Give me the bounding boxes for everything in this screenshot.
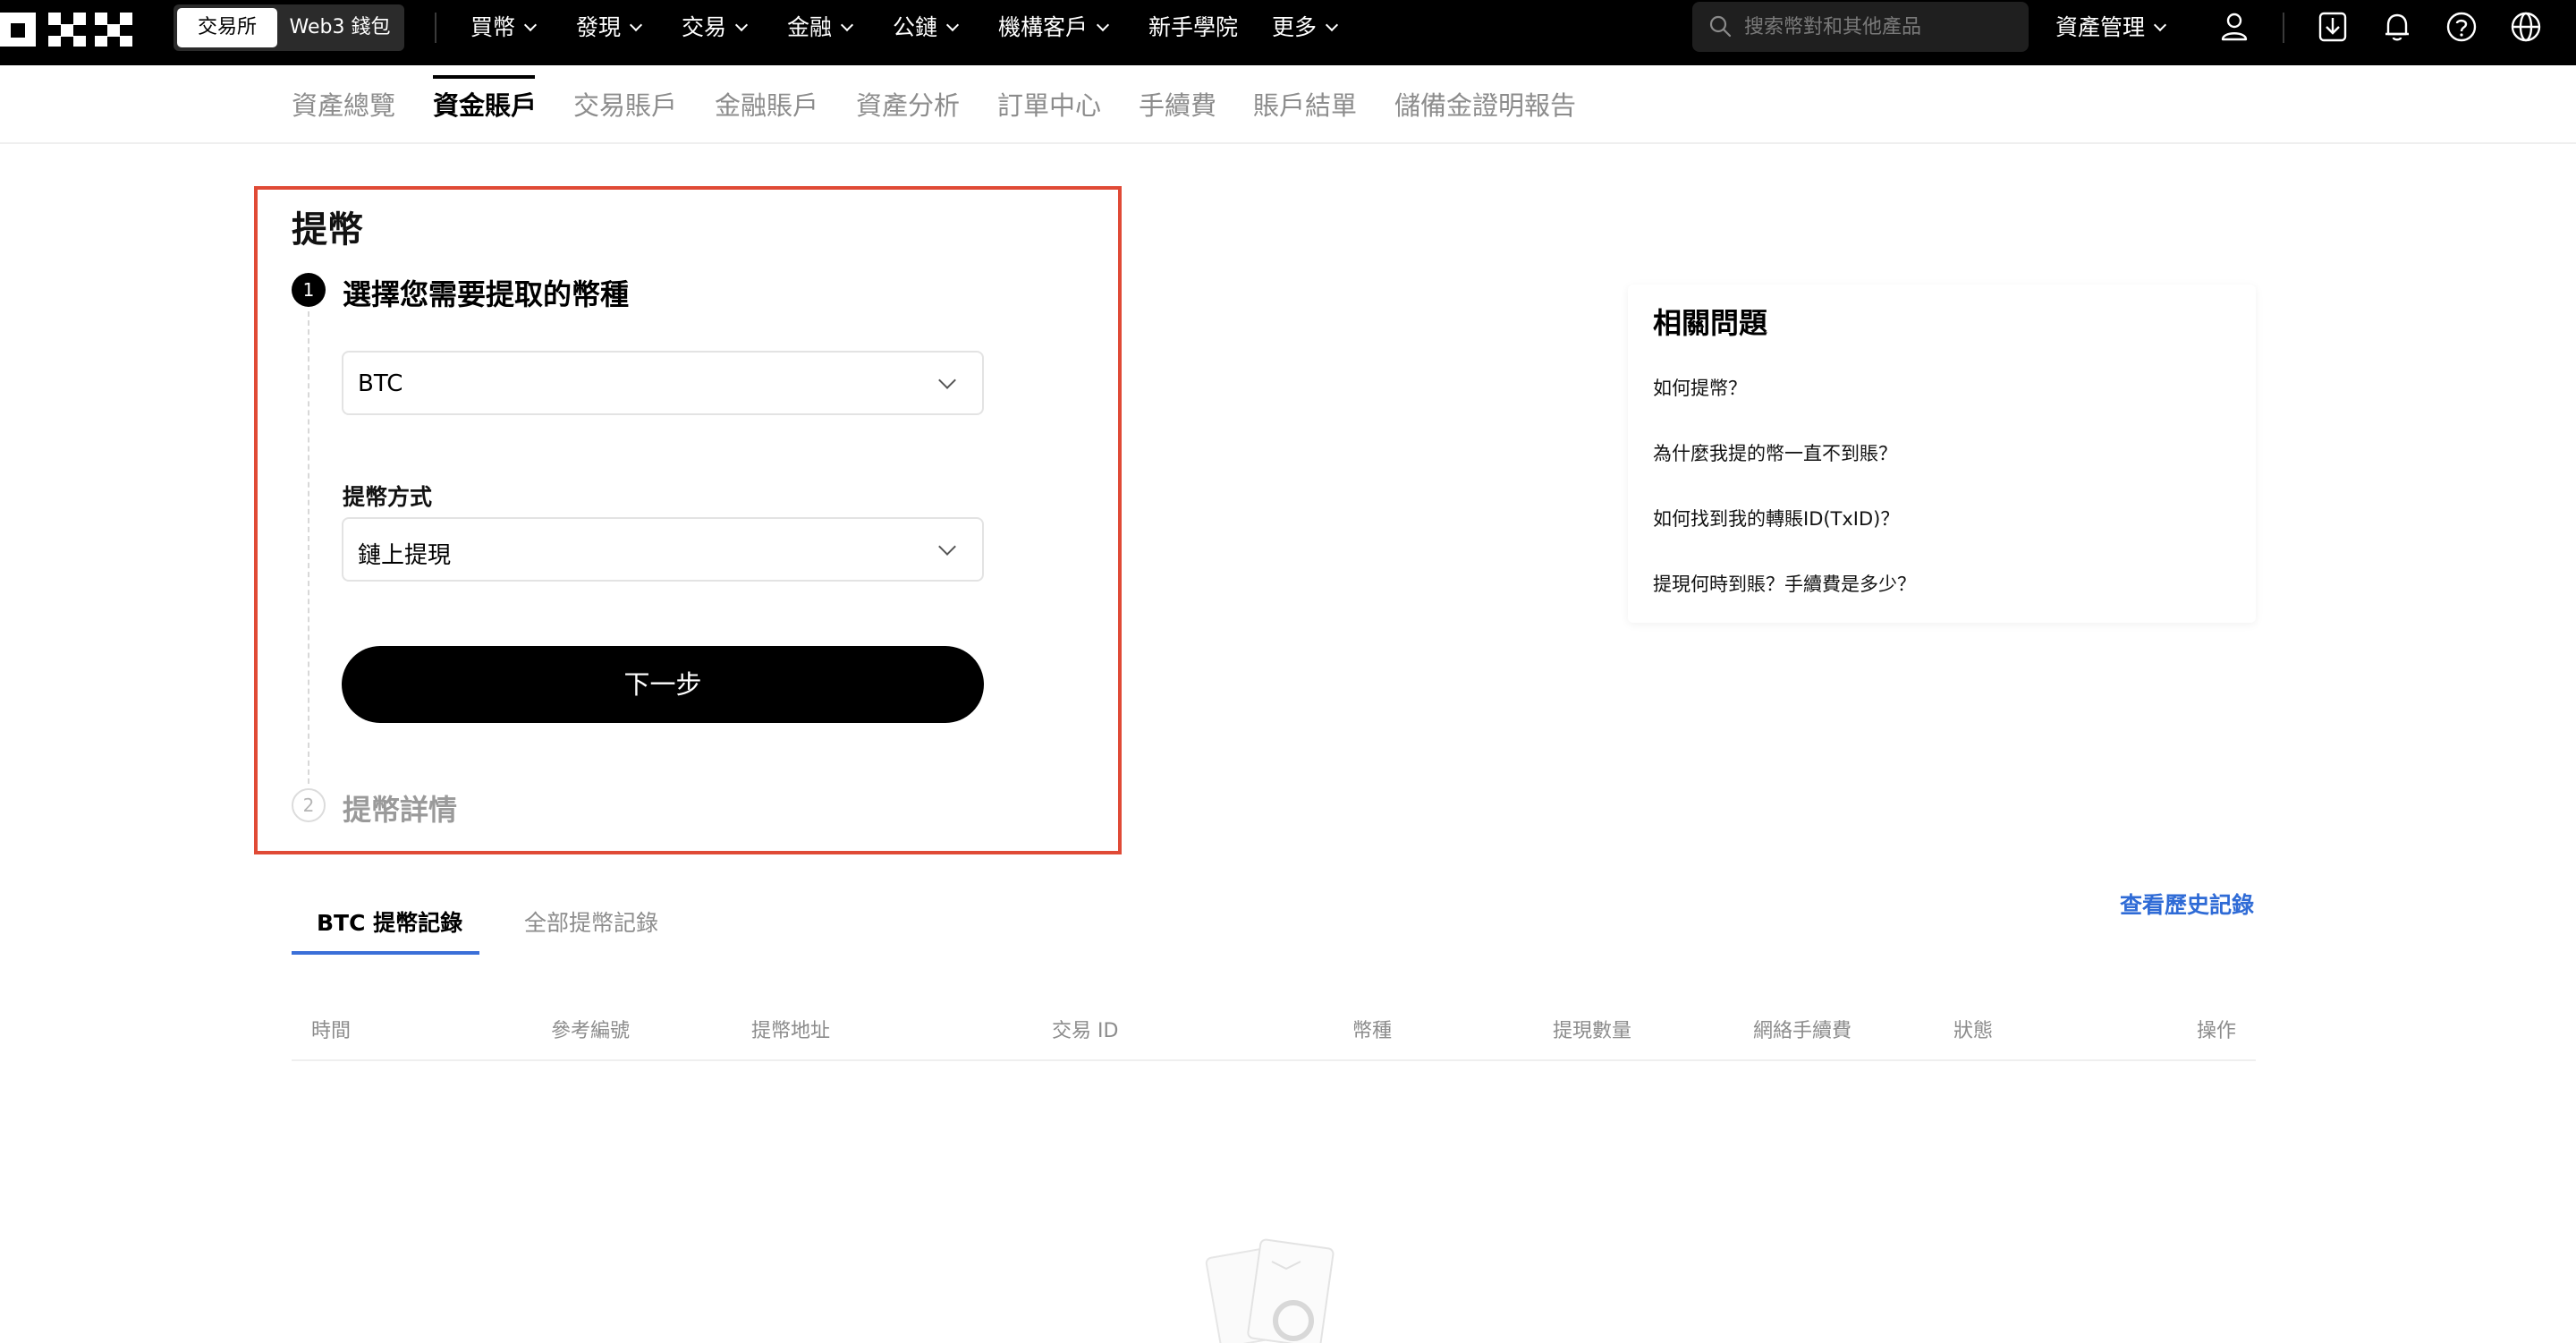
nav-item-label: 機構客戶 — [998, 14, 1089, 40]
chevron-down-icon — [1096, 18, 1110, 32]
user-icon[interactable] — [2215, 7, 2254, 47]
table-header-address: 提幣地址 — [751, 1020, 831, 1042]
chevron-down-icon — [523, 18, 538, 32]
tab-order-center[interactable]: 訂單中心 — [997, 85, 1101, 123]
nav-item-buy-crypto[interactable]: 買幣 — [470, 0, 538, 55]
table-header-reference: 參考編號 — [551, 1020, 631, 1042]
next-step-button[interactable]: 下一步 — [342, 646, 984, 723]
nav-item-label: 新手學院 — [1148, 14, 1239, 40]
empty-state-illustration — [1200, 1235, 1343, 1343]
search-icon — [1709, 15, 1732, 38]
chevron-down-icon — [945, 18, 960, 32]
tab-statements[interactable]: 賬戶結單 — [1253, 85, 1357, 123]
okx-logo[interactable] — [0, 5, 132, 48]
table-header-status: 狀態 — [1953, 1020, 1994, 1042]
bell-icon[interactable] — [2377, 7, 2417, 47]
nav-item-label: 更多 — [1272, 14, 1318, 40]
nav-item-label: 金融 — [787, 14, 833, 40]
asset-management-menu[interactable]: 資產管理 — [2055, 0, 2167, 55]
withdraw-method-label: 提幣方式 — [343, 484, 433, 510]
nav-item-label: 公鏈 — [893, 14, 938, 40]
faq-link[interactable]: 如何提幣？ — [1653, 374, 1747, 401]
nav-divider — [435, 13, 436, 43]
search-input[interactable] — [1744, 2, 2012, 52]
help-icon[interactable] — [2442, 7, 2481, 47]
step-2-badge: 2 — [292, 788, 326, 822]
step-2-title: 提幣詳情 — [343, 793, 458, 827]
tab-proof-of-reserves[interactable]: 儲備金證明報告 — [1394, 85, 1576, 123]
tab-trading-account[interactable]: 交易賬戶 — [573, 85, 677, 123]
tab-asset-overview[interactable]: 資產總覽 — [292, 85, 395, 123]
page-title: 提幣 — [292, 209, 363, 251]
step-1-title: 選擇您需要提取的幣種 — [343, 277, 630, 311]
table-header-action: 操作 — [2197, 1020, 2237, 1042]
nav-item-learn[interactable]: 新手學院 — [1148, 0, 1238, 55]
chevron-down-icon — [938, 538, 956, 556]
tab-all-withdraw-records[interactable]: 全部提幣記錄 — [524, 905, 658, 938]
coin-select[interactable]: BTC — [342, 351, 984, 415]
chevron-down-icon — [840, 18, 854, 32]
account-subnav: 資產總覽 資金賬戶 交易賬戶 金融賬戶 資產分析 訂單中心 手續費 賬戶結單 儲… — [0, 65, 2576, 144]
table-header-amount: 提現數量 — [1553, 1020, 1632, 1042]
coin-select-value: BTC — [358, 370, 403, 397]
active-tab-indicator — [433, 75, 535, 79]
exchange-wallet-switch: 交易所 Web3 錢包 — [174, 4, 404, 51]
chevron-down-icon — [629, 18, 643, 32]
nav-item-label: 交易 — [682, 14, 727, 40]
table-header-divider — [292, 1059, 2256, 1061]
faq-link[interactable]: 為什麼我提的幣一直不到賬？ — [1653, 439, 1897, 466]
nav-item-label: 發現 — [576, 14, 622, 40]
globe-icon[interactable] — [2506, 7, 2546, 47]
nav-item-discover[interactable]: 發現 — [576, 0, 643, 55]
exchange-tab[interactable]: 交易所 — [177, 8, 277, 47]
web3-wallet-tab[interactable]: Web3 錢包 — [279, 8, 401, 47]
chevron-down-icon — [2153, 18, 2167, 32]
table-header-txid: 交易 ID — [1052, 1020, 1119, 1042]
faq-link[interactable]: 如何找到我的轉賬ID(TxID)？ — [1653, 505, 1899, 531]
tab-fees[interactable]: 手續費 — [1139, 85, 1216, 123]
step-1-badge: 1 — [292, 273, 326, 307]
download-icon[interactable] — [2313, 7, 2352, 47]
search-box — [1692, 2, 2029, 52]
nav-item-finance[interactable]: 金融 — [787, 0, 854, 55]
tab-funding-account[interactable]: 資金賬戶 — [433, 85, 537, 123]
tab-btc-withdraw-records[interactable]: BTC 提幣記錄 — [317, 905, 462, 938]
table-header-currency: 幣種 — [1352, 1020, 1393, 1042]
view-history-link[interactable]: 查看歷史記錄 — [2120, 888, 2254, 920]
withdraw-method-select[interactable]: 鏈上提現 — [342, 517, 984, 582]
nav-divider — [2283, 13, 2284, 43]
nav-item-institutional[interactable]: 機構客戶 — [998, 0, 1110, 55]
chevron-down-icon — [1325, 18, 1339, 32]
nav-item-more[interactable]: 更多 — [1272, 0, 1339, 55]
chevron-down-icon — [938, 371, 956, 389]
records-tab-indicator — [292, 951, 479, 955]
tab-asset-analysis[interactable]: 資產分析 — [856, 85, 960, 123]
withdraw-method-value: 鏈上提現 — [358, 542, 452, 569]
step-connector — [308, 311, 309, 784]
nav-item-label: 買幣 — [470, 14, 516, 40]
tab-finance-account[interactable]: 金融賬戶 — [715, 85, 818, 123]
nav-item-chain[interactable]: 公鏈 — [893, 0, 960, 55]
faq-link[interactable]: 提現何時到賬？手續費是多少？ — [1653, 570, 1916, 597]
related-questions-card: 相關問題 如何提幣？ 為什麼我提的幣一直不到賬？ 如何找到我的轉賬ID(TxID… — [1628, 285, 2256, 623]
asset-management-label: 資產管理 — [2055, 14, 2146, 40]
table-header-time: 時間 — [311, 1020, 352, 1042]
top-navbar: 交易所 Web3 錢包 買幣 發現 交易 金融 公鏈 機構客戶 新手學院 更多 … — [0, 0, 2576, 65]
related-questions-title: 相關問題 — [1653, 306, 1768, 340]
chevron-down-icon — [734, 18, 749, 32]
nav-item-trade[interactable]: 交易 — [682, 0, 749, 55]
table-header-network-fee: 網絡手續費 — [1753, 1020, 1852, 1042]
